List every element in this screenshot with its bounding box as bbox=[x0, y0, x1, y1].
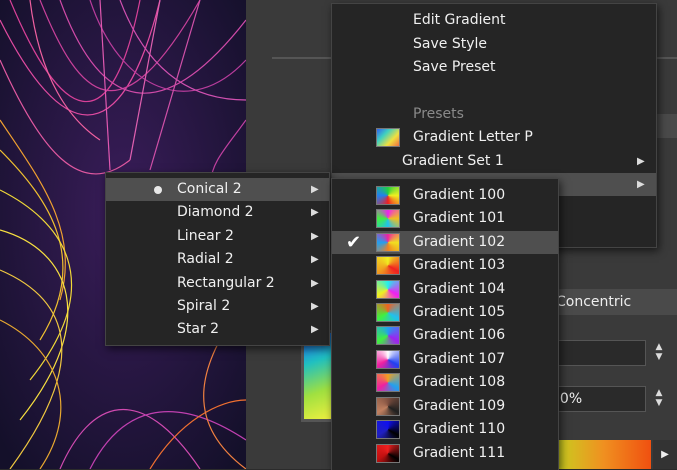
menu-item-label: Gradient 103 bbox=[413, 257, 506, 273]
menu-item-gradient-110[interactable]: Gradient 110 bbox=[332, 418, 558, 441]
menu-item-gradient-105[interactable]: Gradient 105 bbox=[332, 301, 558, 324]
gradient-thumbnail bbox=[376, 209, 400, 228]
gradient-thumbnail bbox=[376, 303, 400, 322]
submenu-arrow-icon: ▶ bbox=[311, 231, 319, 242]
menu-item-label: Save Style bbox=[413, 36, 487, 52]
menu-item-gradient-set-1[interactable]: Gradient Set 1 ▶ bbox=[332, 150, 656, 173]
gradient-thumbnail bbox=[376, 397, 400, 416]
menu-item-rectangular-2[interactable]: Rectangular 2 ▶ bbox=[106, 272, 329, 295]
menu-item-label: Save Preset bbox=[413, 59, 496, 75]
gradient-preview-arrow[interactable]: ▶ bbox=[653, 440, 677, 469]
menu-item-label: Star 2 bbox=[177, 321, 220, 337]
menu-item-gradient-111[interactable]: Gradient 111 bbox=[332, 442, 558, 465]
menu-item-label: Edit Gradient bbox=[413, 12, 506, 28]
menu-item-gradient-100[interactable]: Gradient 100 bbox=[332, 184, 558, 207]
menu-item-gradient-106[interactable]: Gradient 106 bbox=[332, 324, 558, 347]
menu-item-gradient-104[interactable]: Gradient 104 bbox=[332, 278, 558, 301]
menu-item-gradient-108[interactable]: Gradient 108 bbox=[332, 371, 558, 394]
menu-item-linear-2[interactable]: Linear 2 ▶ bbox=[106, 225, 329, 248]
gradient-thumbnail bbox=[376, 350, 400, 369]
menu-item-label: Gradient 108 bbox=[413, 374, 506, 390]
menu-item-label: Gradient 111 bbox=[413, 445, 506, 461]
gradient-thumbnail bbox=[376, 373, 400, 392]
menu-item-gradient-107[interactable]: Gradient 107 bbox=[332, 348, 558, 371]
menu-item-gradient-109[interactable]: Gradient 109 bbox=[332, 395, 558, 418]
menu-item-label: Diamond 2 bbox=[177, 204, 254, 220]
selected-bullet-icon bbox=[154, 186, 162, 194]
concentric-option[interactable]: Concentric bbox=[546, 289, 677, 315]
shape-submenu: Conical 2 ▶ Diamond 2 ▶ Linear 2 ▶ Radia… bbox=[105, 172, 330, 346]
menu-item-star-2[interactable]: Star 2 ▶ bbox=[106, 318, 329, 341]
angle-spinner[interactable]: ▲ ▼ bbox=[652, 342, 666, 364]
submenu-arrow-icon: ▶ bbox=[311, 301, 319, 312]
menu-item-diamond-2[interactable]: Diamond 2 ▶ bbox=[106, 201, 329, 224]
menu-item-label: Gradient 101 bbox=[413, 210, 506, 226]
menu-item-label: Gradient 109 bbox=[413, 398, 506, 414]
submenu-arrow-icon: ▶ bbox=[311, 254, 319, 265]
menu-item-label: Gradient Set 1 bbox=[402, 153, 504, 169]
percent-spinner[interactable]: ▲ ▼ bbox=[652, 388, 666, 410]
presets-header-label: Presets bbox=[413, 106, 464, 122]
menu-item-label: Gradient 110 bbox=[413, 421, 506, 437]
menu-item-save-style[interactable]: Save Style bbox=[332, 33, 656, 56]
gradient-thumbnail bbox=[376, 256, 400, 275]
panel-tab[interactable] bbox=[655, 114, 677, 138]
menu-item-gradient-letter-p[interactable]: Gradient Letter P bbox=[332, 126, 656, 149]
gradient-thumbnail bbox=[376, 233, 400, 252]
menu-item-label: Spiral 2 bbox=[177, 298, 231, 314]
concentric-label: Concentric bbox=[556, 294, 632, 310]
angle-field[interactable]: ° bbox=[546, 340, 646, 366]
gradient-thumbnail bbox=[376, 444, 400, 463]
checkmark-icon: ✔ bbox=[346, 232, 362, 253]
menu-item-gradient-102[interactable]: ✔ Gradient 102 bbox=[332, 231, 558, 254]
gradient-thumbnail bbox=[376, 420, 400, 439]
menu-item-label: Radial 2 bbox=[177, 251, 234, 267]
menu-item-label: Gradient Letter P bbox=[413, 129, 533, 145]
menu-item-conical-2[interactable]: Conical 2 ▶ bbox=[106, 178, 329, 201]
submenu-arrow-icon: ▶ bbox=[311, 207, 319, 218]
menu-item-gradient-103[interactable]: Gradient 103 bbox=[332, 254, 558, 277]
gradient-submenu: Gradient 100 Gradient 101 ✔ Gradient 102… bbox=[331, 178, 559, 470]
menu-item-label: Gradient 107 bbox=[413, 351, 506, 367]
percent-field[interactable]: 00% bbox=[546, 386, 646, 412]
menu-item-gradient-101[interactable]: Gradient 101 bbox=[332, 207, 558, 230]
menu-item-spiral-2[interactable]: Spiral 2 ▶ bbox=[106, 295, 329, 318]
menu-item-label: Gradient 104 bbox=[413, 281, 506, 297]
menu-item-label: Rectangular 2 bbox=[177, 275, 275, 291]
submenu-arrow-icon: ▶ bbox=[311, 278, 319, 289]
menu-item-label: Gradient 100 bbox=[413, 187, 506, 203]
submenu-arrow-icon: ▶ bbox=[311, 184, 319, 195]
gradient-thumbnail bbox=[376, 326, 400, 345]
menu-item-save-preset[interactable]: Save Preset bbox=[332, 56, 656, 79]
menu-item-edit-gradient[interactable]: Edit Gradient bbox=[332, 9, 656, 32]
gradient-thumbnail bbox=[376, 128, 400, 147]
menu-item-label: Gradient 105 bbox=[413, 304, 506, 320]
submenu-arrow-icon: ▶ bbox=[637, 156, 645, 167]
submenu-arrow-icon: ▶ bbox=[637, 179, 645, 190]
presets-header: Presets bbox=[332, 103, 656, 126]
menu-item-label: Linear 2 bbox=[177, 228, 234, 244]
gradient-thumbnail bbox=[376, 280, 400, 299]
menu-item-label: Gradient 106 bbox=[413, 327, 506, 343]
menu-item-label: Conical 2 bbox=[177, 181, 242, 197]
menu-item-label: Gradient 102 bbox=[413, 234, 506, 250]
gradient-preview-bar[interactable] bbox=[556, 440, 651, 469]
submenu-arrow-icon: ▶ bbox=[311, 324, 319, 335]
gradient-thumbnail bbox=[376, 186, 400, 205]
menu-item-radial-2[interactable]: Radial 2 ▶ bbox=[106, 248, 329, 271]
